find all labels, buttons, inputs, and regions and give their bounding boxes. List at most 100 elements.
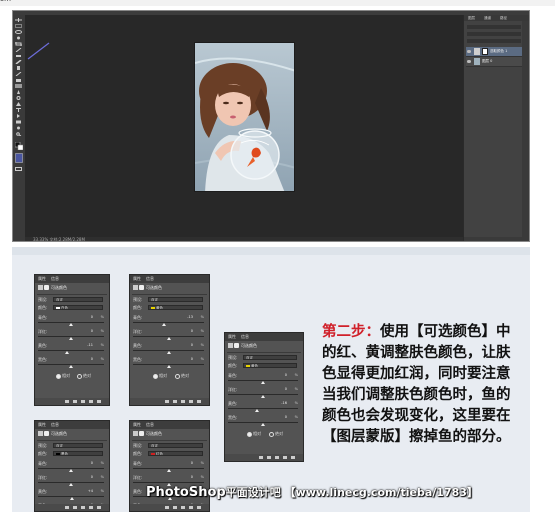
view-previous-icon[interactable] — [73, 400, 77, 403]
eraser-tool-icon[interactable] — [15, 78, 22, 82]
slider-track[interactable] — [38, 350, 104, 351]
lasso-tool-icon[interactable] — [15, 30, 22, 34]
slider-knob[interactable] — [69, 483, 73, 486]
slider-value[interactable]: 0 — [285, 387, 287, 391]
preset-select[interactable]: 自定 — [148, 443, 203, 448]
eyedropper-tool-icon[interactable] — [15, 48, 22, 52]
visibility-icon[interactable] — [189, 506, 193, 509]
slider-value[interactable]: 0 — [91, 315, 93, 319]
eye-icon[interactable] — [467, 50, 471, 53]
slider-knob[interactable] — [70, 497, 75, 500]
mask-icon[interactable] — [234, 343, 239, 348]
tab-info[interactable]: 信息 — [241, 334, 249, 340]
radio-relative[interactable]: 相对 — [153, 373, 167, 379]
mask-icon[interactable] — [44, 285, 49, 290]
color-select[interactable]: 白色 — [53, 305, 103, 310]
visibility-icon[interactable] — [89, 506, 93, 509]
foreground-background-color-icon[interactable] — [15, 142, 23, 150]
marquee-tool-icon[interactable] — [15, 24, 22, 28]
history-brush-tool-icon[interactable] — [15, 72, 22, 76]
slider-knob[interactable] — [166, 365, 171, 368]
reset-icon[interactable] — [81, 400, 85, 403]
dodge-tool-icon[interactable] — [15, 96, 22, 100]
slider-knob[interactable] — [166, 469, 171, 472]
slider-value[interactable]: 0 — [191, 475, 193, 479]
blend-mode-select[interactable] — [467, 32, 521, 36]
clip-to-layer-icon[interactable] — [65, 506, 69, 509]
stamp-tool-icon[interactable] — [15, 66, 22, 70]
mask-icon[interactable] — [139, 285, 144, 290]
view-previous-icon[interactable] — [267, 456, 271, 459]
view-previous-icon[interactable] — [73, 506, 77, 509]
healing-tool-icon[interactable] — [15, 54, 22, 58]
slider-knob[interactable] — [261, 381, 265, 384]
document-canvas-area[interactable] — [25, 15, 463, 237]
slider-knob[interactable] — [261, 395, 265, 398]
trash-icon[interactable] — [291, 456, 295, 459]
reset-icon[interactable] — [275, 456, 279, 459]
tab-paths[interactable]: 路径 — [500, 16, 507, 21]
slider-value[interactable]: -13 — [187, 315, 193, 319]
trash-icon[interactable] — [197, 400, 201, 403]
tab-info[interactable]: 信息 — [146, 422, 154, 428]
slider-value[interactable]: 0 — [91, 475, 93, 479]
color-select[interactable]: 红色 — [148, 451, 203, 456]
radio-relative[interactable]: 相对 — [247, 431, 261, 437]
slider-value[interactable]: 0 — [191, 461, 193, 465]
slider-knob[interactable] — [69, 365, 73, 368]
slider-value[interactable]: 0 — [285, 373, 287, 377]
preset-select[interactable]: 自定 — [53, 297, 103, 302]
hand-tool-icon[interactable] — [15, 126, 22, 130]
layer-row-adjustment[interactable]: 选取颜色 1 — [466, 47, 526, 57]
view-previous-icon[interactable] — [173, 506, 177, 509]
type-tool-icon[interactable] — [15, 108, 22, 112]
radio-relative[interactable]: 相对 — [56, 373, 70, 379]
tab-properties[interactable]: 属性 — [38, 276, 46, 282]
screen-mode-icon[interactable] — [15, 167, 22, 171]
slider-value[interactable]: 0 — [191, 329, 193, 333]
tab-info[interactable]: 信息 — [51, 422, 59, 428]
slider-value[interactable]: 0 — [91, 357, 93, 361]
slider-knob[interactable] — [261, 423, 265, 426]
radio-absolute[interactable]: 绝对 — [175, 373, 189, 379]
clip-to-layer-icon[interactable] — [165, 506, 169, 509]
brush-tool-icon[interactable] — [15, 60, 22, 64]
move-tool-icon[interactable] — [15, 18, 22, 22]
slider-value[interactable]: 0 — [191, 357, 193, 361]
color-select[interactable]: 黄色 — [243, 363, 297, 368]
slider-value[interactable]: 0 — [91, 329, 93, 333]
crop-tool-icon[interactable] — [15, 42, 22, 46]
mask-icon[interactable] — [44, 431, 49, 436]
layer-mask-thumbnail[interactable] — [482, 48, 488, 55]
tab-properties[interactable]: 属性 — [228, 334, 236, 340]
color-select[interactable]: 黑色 — [53, 451, 103, 456]
tab-properties[interactable]: 属性 — [133, 422, 141, 428]
slider-value[interactable]: 0 — [191, 343, 193, 347]
slider-value[interactable]: -16 — [281, 401, 287, 405]
blur-tool-icon[interactable] — [15, 90, 22, 94]
pen-tool-icon[interactable] — [15, 102, 22, 106]
tab-channels[interactable]: 通道 — [484, 16, 491, 21]
slider-value[interactable]: 0 — [91, 461, 93, 465]
visibility-icon[interactable] — [89, 400, 93, 403]
slider-track[interactable] — [133, 322, 204, 323]
slider-knob[interactable] — [69, 469, 73, 472]
tab-info[interactable]: 信息 — [146, 276, 154, 282]
reset-icon[interactable] — [181, 506, 185, 509]
zoom-tool-icon[interactable] — [15, 132, 22, 136]
slider-track[interactable] — [228, 408, 298, 409]
slider-knob[interactable] — [69, 337, 73, 340]
clip-to-layer-icon[interactable] — [165, 400, 169, 403]
visibility-icon[interactable] — [189, 400, 193, 403]
trash-icon[interactable] — [197, 506, 201, 509]
trash-icon[interactable] — [97, 400, 101, 403]
layer-filter-bar[interactable] — [467, 25, 521, 29]
preset-select[interactable]: 自定 — [53, 443, 103, 448]
tab-properties[interactable]: 属性 — [38, 422, 46, 428]
slider-knob[interactable] — [255, 409, 260, 412]
path-select-tool-icon[interactable] — [15, 114, 22, 118]
view-previous-icon[interactable] — [173, 400, 177, 403]
slider-value[interactable]: +4 — [88, 489, 93, 493]
visibility-icon[interactable] — [283, 456, 287, 459]
shape-tool-icon[interactable] — [15, 120, 22, 124]
